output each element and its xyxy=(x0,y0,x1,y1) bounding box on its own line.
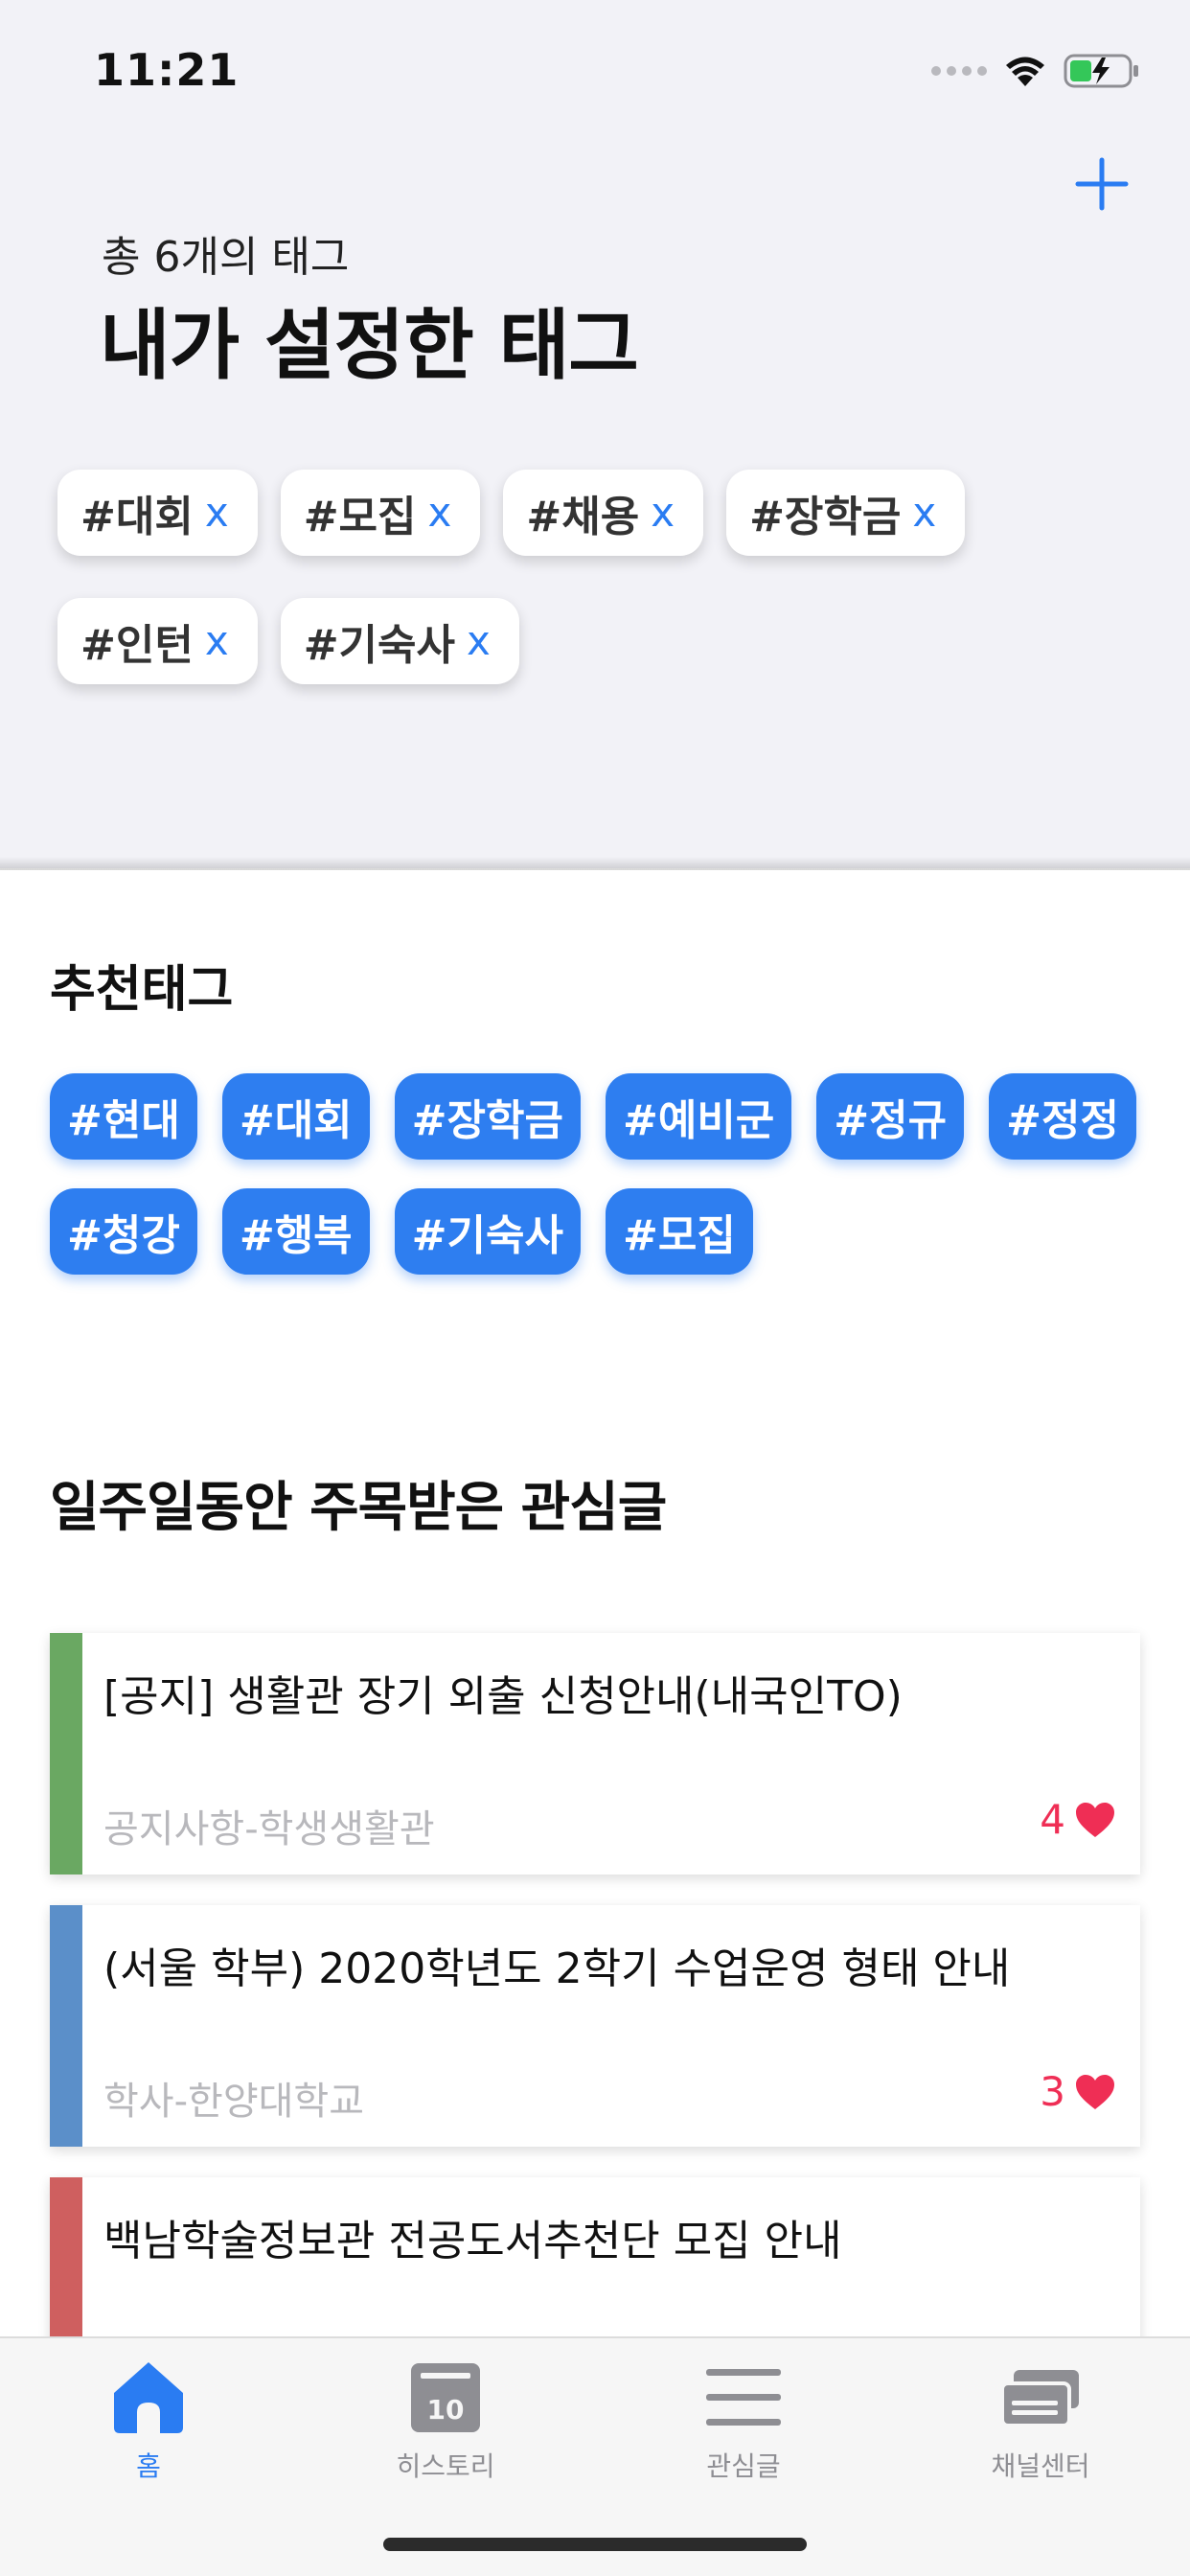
battery-charging-icon xyxy=(1064,54,1138,88)
remove-tag-icon[interactable]: x xyxy=(428,493,452,533)
remove-tag-icon[interactable]: x xyxy=(205,621,229,661)
tag-settings-section xyxy=(0,0,1190,868)
recommended-tag-label: #예비군 xyxy=(622,1096,775,1145)
plus-icon xyxy=(1075,157,1129,211)
like-count: 4 xyxy=(1040,1796,1065,1843)
section-divider-shadow xyxy=(0,857,1190,870)
home-indicator xyxy=(383,2538,807,2551)
recommended-tag[interactable]: #기숙사 xyxy=(394,1188,581,1275)
remove-tag-icon[interactable]: x xyxy=(205,493,229,533)
recommended-tag-label: #장학금 xyxy=(411,1096,563,1145)
post-likes: 4 xyxy=(1040,1796,1115,1843)
post-category-bar xyxy=(50,1633,82,1874)
post-source: 학사-한양대학교 xyxy=(103,2080,365,2124)
recommended-tag-label: #청강 xyxy=(67,1211,180,1260)
my-tag-chip[interactable]: #인턴 x xyxy=(57,598,258,684)
post-card[interactable]: [공지] 생활관 장기 외출 신청안내(내국인TO) 공지사항-학생생활관 4 xyxy=(50,1633,1140,1874)
post-title: 백남학술정보관 전공도서추천단 모집 안내 xyxy=(103,2217,842,2266)
post-category-bar xyxy=(50,1905,82,2147)
page-title: 내가 설정한 태그 xyxy=(100,301,639,390)
remove-tag-icon[interactable]: x xyxy=(651,493,675,533)
tab-channel-center[interactable]: 채널센터 xyxy=(935,2358,1146,2484)
status-time: 11:21 xyxy=(94,44,240,96)
my-tag-label: #기숙사 xyxy=(303,621,455,670)
tab-history[interactable]: 10 히스토리 xyxy=(340,2358,551,2484)
my-tag-chip[interactable]: #기숙사 x xyxy=(280,598,519,684)
my-tag-label: #모집 xyxy=(303,493,417,541)
recommended-tag[interactable]: #예비군 xyxy=(605,1073,792,1160)
post-likes: 3 xyxy=(1040,2068,1115,2115)
tab-label: 채널센터 xyxy=(991,2450,1090,2482)
remove-tag-icon[interactable]: x xyxy=(467,621,491,661)
remove-tag-icon[interactable]: x xyxy=(912,493,936,533)
recommended-tags-heading: 추천태그 xyxy=(50,961,234,1019)
hot-posts-heading: 일주일동안 주목받은 관심글 xyxy=(50,1477,667,1539)
recommended-tag[interactable]: #대회 xyxy=(221,1073,370,1160)
heart-icon xyxy=(1076,2074,1114,2109)
recommended-tag-label: #대회 xyxy=(239,1096,353,1145)
post-source: 공지사항-학생생활관 xyxy=(103,1807,435,1852)
recommended-tag-label: #모집 xyxy=(622,1211,736,1260)
post-title: [공지] 생활관 장기 외출 신청안내(내국인TO) xyxy=(103,1672,903,1721)
heart-icon xyxy=(1076,1802,1114,1837)
calendar-icon: 10 xyxy=(405,2358,486,2438)
my-tag-chip[interactable]: #채용 x xyxy=(503,470,704,556)
recommended-tag-label: #정규 xyxy=(834,1096,948,1145)
recommended-tag[interactable]: #청강 xyxy=(50,1188,197,1275)
recommended-tag[interactable]: #모집 xyxy=(605,1188,753,1275)
tag-count-subtitle: 총 6개의 태그 xyxy=(102,233,350,282)
my-tag-label: #대회 xyxy=(80,493,194,541)
like-count: 3 xyxy=(1040,2068,1065,2115)
list-icon xyxy=(703,2358,784,2438)
recommended-tag[interactable]: #현대 xyxy=(50,1073,197,1160)
status-icons xyxy=(931,50,1140,92)
tab-label: 히스토리 xyxy=(396,2450,495,2482)
my-tag-label: #채용 xyxy=(526,493,640,541)
tab-label: 관심글 xyxy=(706,2450,781,2482)
recommended-tag[interactable]: #정규 xyxy=(816,1073,965,1160)
tab-home[interactable]: 홈 xyxy=(43,2358,254,2484)
my-tag-chip[interactable]: #모집 x xyxy=(280,470,481,556)
my-tag-chip[interactable]: #장학금 x xyxy=(726,470,966,556)
my-tag-label: #장학금 xyxy=(749,493,902,541)
post-card[interactable]: (서울 학부) 2020학년도 2학기 수업운영 형태 안내 학사-한양대학교 … xyxy=(50,1905,1140,2147)
recommended-tag-label: #기숙사 xyxy=(411,1211,563,1260)
recommended-tag[interactable]: #정정 xyxy=(989,1073,1136,1160)
recommended-tag[interactable]: #행복 xyxy=(221,1188,370,1275)
my-tag-chip[interactable]: #대회 x xyxy=(57,470,258,556)
cards-icon xyxy=(1000,2358,1081,2438)
my-tag-list: #대회 x #모집 x #채용 x #장학금 x #인턴 x #기숙사 x xyxy=(57,470,1092,684)
recommended-tag-label: #행복 xyxy=(239,1211,353,1260)
signal-icon xyxy=(931,66,987,76)
add-tag-button[interactable] xyxy=(1073,155,1131,213)
tab-favorites[interactable]: 관심글 xyxy=(638,2358,849,2484)
home-icon xyxy=(108,2358,189,2438)
my-tag-label: #인턴 xyxy=(80,621,194,670)
recommended-tag-list: #현대 #대회 #장학금 #예비군 #정규 #정정 #청강 #행복 #기숙사 #… xyxy=(50,1073,1142,1275)
recommended-tag[interactable]: #장학금 xyxy=(394,1073,581,1160)
recommended-tag-label: #현대 xyxy=(67,1096,180,1145)
calendar-icon-text: 10 xyxy=(427,2394,465,2426)
tab-label: 홈 xyxy=(136,2450,161,2482)
wifi-icon xyxy=(1006,57,1044,86)
post-title: (서울 학부) 2020학년도 2학기 수업운영 형태 안내 xyxy=(103,1944,1011,1993)
recommended-tag-label: #정정 xyxy=(1006,1096,1119,1145)
